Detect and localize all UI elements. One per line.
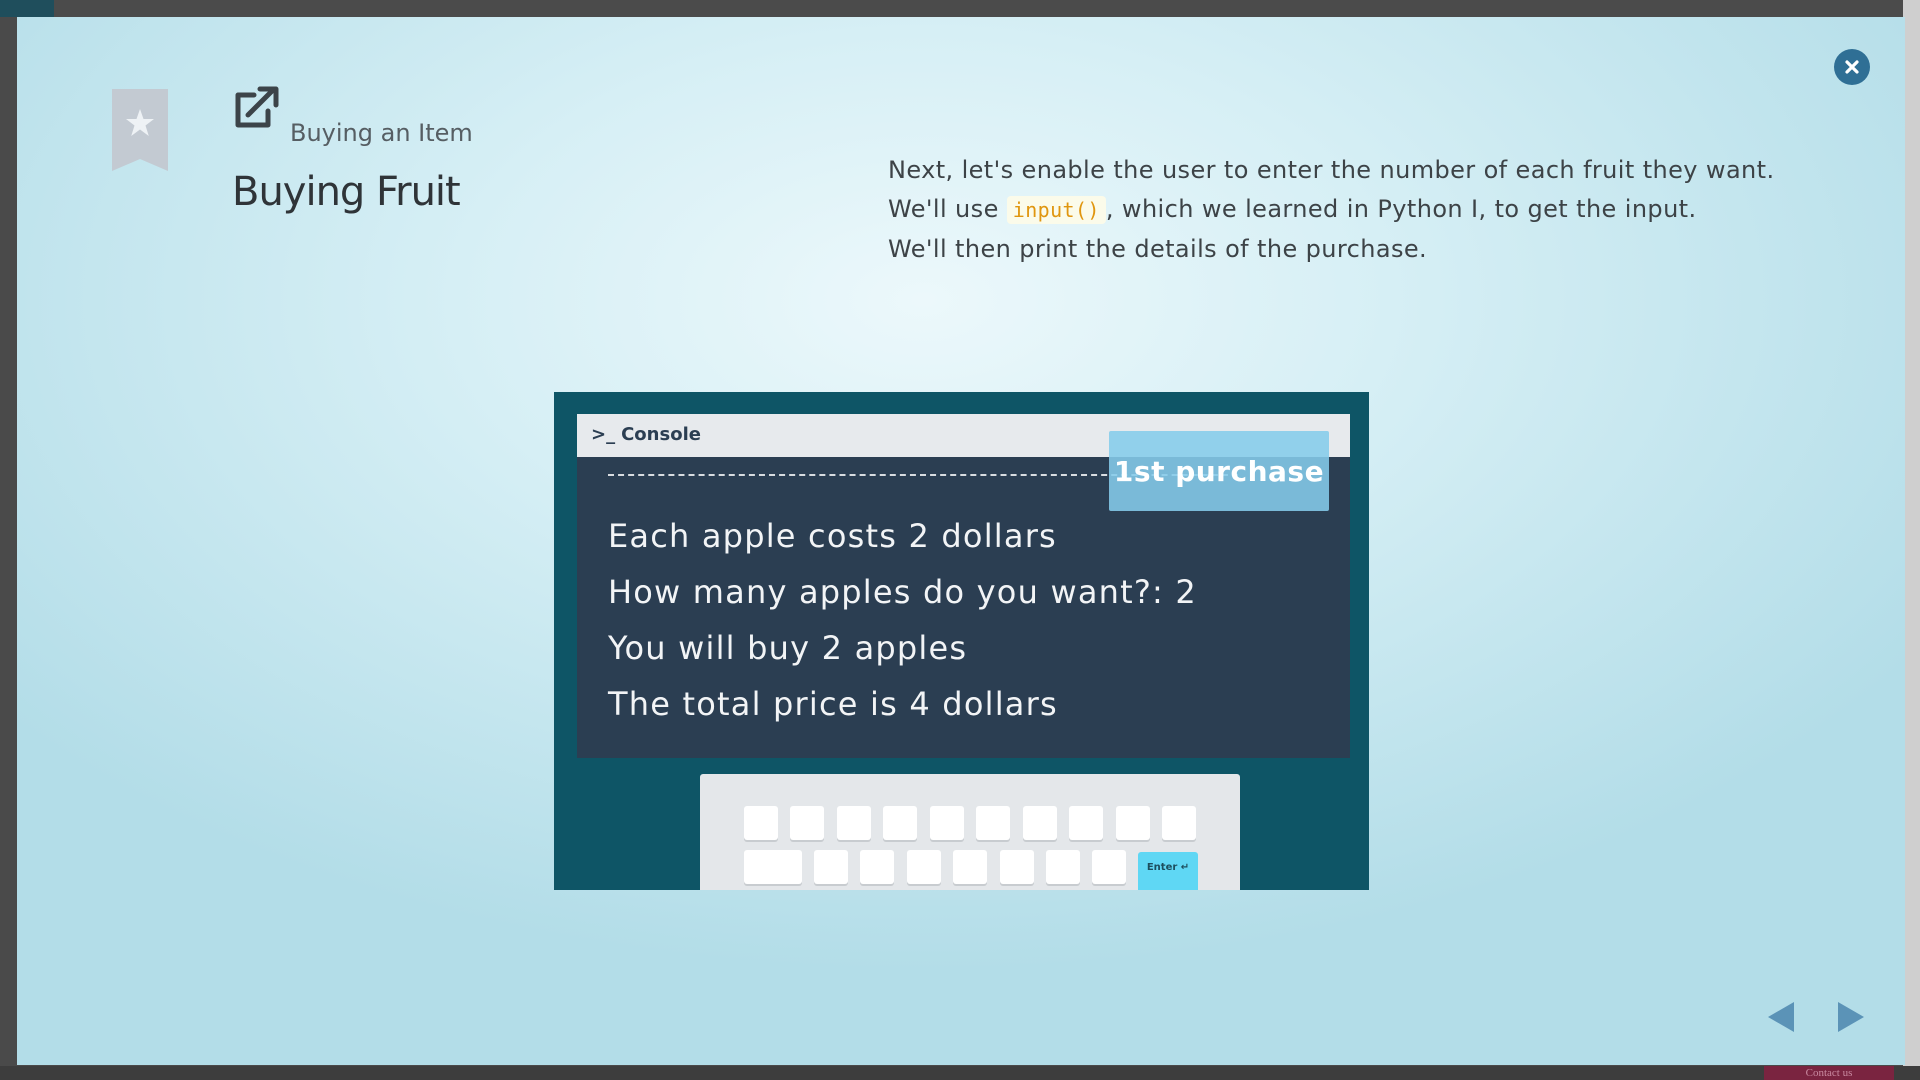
keyboard-key <box>953 850 987 884</box>
keyboard-key <box>744 806 778 840</box>
console-output: Each apple costs 2 dollars How many appl… <box>608 508 1197 732</box>
lesson-description: Next, let's enable the user to enter the… <box>888 151 1818 269</box>
console-line: How many apples do you want?: 2 <box>608 573 1197 611</box>
console-label: Console <box>621 424 701 445</box>
background-top-bar <box>0 0 1920 17</box>
next-arrow-icon[interactable] <box>1838 1002 1864 1032</box>
keyboard-key <box>1000 850 1034 884</box>
description-line-3: We'll then print the details of the purc… <box>888 235 1428 263</box>
keyboard-key <box>883 806 917 840</box>
keyboard-key <box>814 850 848 884</box>
keyboard-key <box>860 850 894 884</box>
keyboard-key <box>1023 806 1057 840</box>
description-text: We'll use <box>888 195 1007 223</box>
background-scrollbar <box>1903 0 1920 1080</box>
close-icon <box>1845 60 1859 74</box>
prev-arrow-icon[interactable] <box>1768 1002 1794 1032</box>
keyboard-key <box>976 806 1010 840</box>
lesson-modal: Buying an Item Buying Fruit Next, let's … <box>17 17 1905 1065</box>
console-illustration: >_ Console Each apple costs 2 dollars How… <box>554 392 1369 890</box>
console-line: You will buy 2 apples <box>608 629 968 667</box>
description-line-2: We'll use input(), which we learned in P… <box>888 190 1818 230</box>
external-link-icon[interactable] <box>232 85 280 129</box>
inline-code: input() <box>1006 196 1106 224</box>
keyboard-key <box>1069 806 1103 840</box>
keyboard-key <box>790 806 824 840</box>
page-title: Buying Fruit <box>232 169 461 215</box>
enter-key: Enter ↵ <box>1138 852 1198 890</box>
bookmark-button[interactable] <box>112 89 168 171</box>
purchase-badge: 1st purchase <box>1109 431 1329 511</box>
console-line: Each apple costs 2 dollars <box>608 517 1057 555</box>
keyboard-illustration: Enter ↵ <box>700 774 1240 890</box>
keyboard-key <box>837 806 871 840</box>
bookmark-star-icon <box>112 89 168 171</box>
close-button[interactable] <box>1834 49 1870 85</box>
keyboard-key <box>1092 850 1126 884</box>
background-bottom-bar <box>0 1066 1920 1080</box>
contact-us-button[interactable]: Contact us <box>1764 1066 1894 1080</box>
keyboard-key <box>1116 806 1150 840</box>
keyboard-key <box>1046 850 1080 884</box>
keyboard-key <box>907 850 941 884</box>
background-tab <box>0 0 54 17</box>
keyboard-key <box>744 850 802 884</box>
description-text: , which we learned in Python I, to get t… <box>1105 195 1697 223</box>
console-window: >_ Console Each apple costs 2 dollars How… <box>577 414 1350 758</box>
lesson-subtitle: Buying an Item <box>290 119 473 147</box>
console-title: >_ Console <box>591 424 701 445</box>
console-line: The total price is 4 dollars <box>608 685 1058 723</box>
description-line-1: Next, let's enable the user to enter the… <box>888 156 1775 184</box>
keyboard-key <box>1162 806 1196 840</box>
keyboard-key <box>930 806 964 840</box>
terminal-prompt-icon: >_ <box>591 424 616 445</box>
